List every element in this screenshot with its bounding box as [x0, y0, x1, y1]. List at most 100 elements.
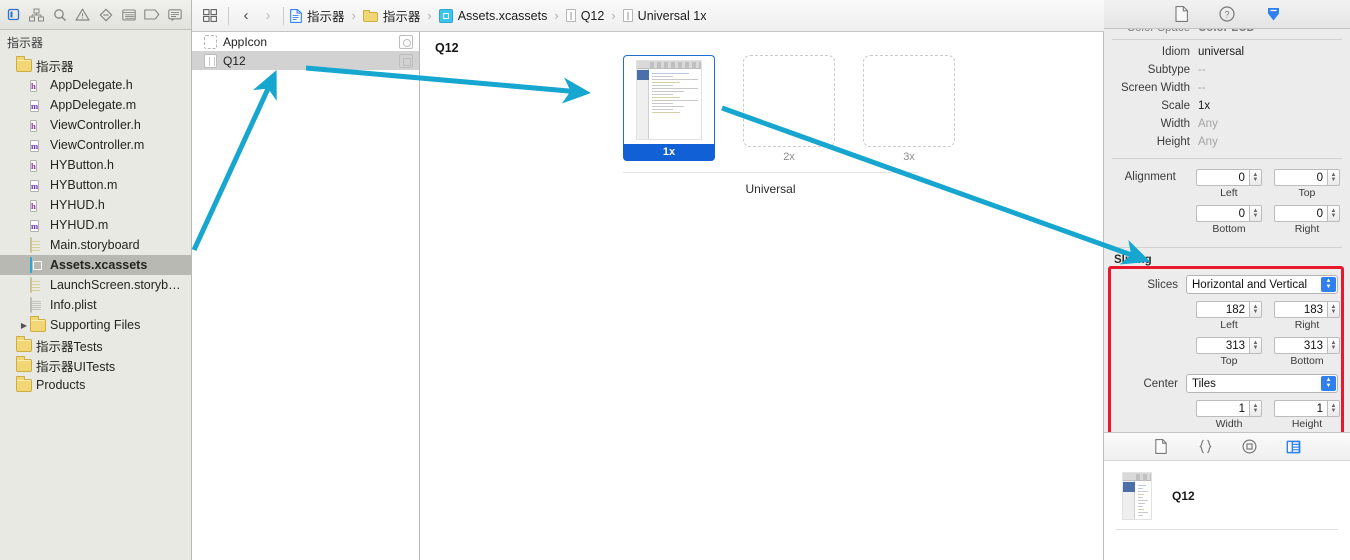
navigator-row-appdelegate-m[interactable]: m AppDelegate.m	[0, 95, 191, 115]
breadcrumb[interactable]: 指示器 › 指示器 › Assets.xcassets › Q12 › Universal 1x	[290, 6, 706, 25]
navigator-row-[interactable]: 指示器	[0, 55, 191, 75]
slice-top-stepper[interactable]: 313 ▲ ▼ Top	[1196, 337, 1262, 367]
object-library-icon[interactable]	[1239, 438, 1259, 456]
alignment-top-stepper-buttons[interactable]: ▲ ▼	[1327, 169, 1340, 186]
center-width-input[interactable]: 1	[1196, 400, 1249, 417]
center-height-stepper[interactable]: 1 ▲ ▼ Height	[1274, 400, 1340, 430]
disclosure-triangle-icon[interactable]: ▶	[18, 321, 30, 330]
navigator-row-hybutton-m[interactable]: m HYButton.m	[0, 175, 191, 195]
slice-top-stepper-buttons[interactable]: ▲ ▼	[1249, 337, 1262, 354]
slice-left-input[interactable]: 182	[1196, 301, 1249, 318]
image-slot-1x[interactable]: 1x	[623, 55, 715, 163]
center-height-input[interactable]: 1	[1274, 400, 1327, 417]
breadcrumb-segment-5[interactable]: Universal 1x	[622, 9, 706, 23]
alignment-top-stepper[interactable]: 0 ▲ ▼ Top	[1273, 169, 1340, 199]
chevron-right-icon[interactable]: ›	[257, 7, 279, 24]
center-width-stepper-buttons[interactable]: ▲ ▼	[1249, 400, 1262, 417]
attribute-value: universal	[1198, 46, 1245, 58]
slice-bottom-stepper-buttons[interactable]: ▲ ▼	[1327, 337, 1340, 354]
alignment-left-input[interactable]: 0	[1195, 169, 1249, 186]
image-slot-dropzone[interactable]	[743, 55, 835, 147]
asset-row-label: Q12	[223, 53, 246, 68]
library-item-row[interactable]: Q12	[1104, 461, 1350, 523]
breadcrumb-segment-label: 指示器	[307, 10, 345, 24]
slice-right-caption: Right	[1294, 319, 1320, 331]
slice-right-input[interactable]: 183	[1274, 301, 1327, 318]
editor-layout-icon[interactable]	[198, 9, 222, 22]
alignment-bottom-stepper-buttons[interactable]: ▲ ▼	[1249, 205, 1262, 222]
navigator-row-products[interactable]: Products	[0, 375, 191, 395]
chevron-left-icon[interactable]: ‹	[235, 7, 257, 24]
image-slot-3x[interactable]: 3x	[863, 55, 955, 163]
breadcrumb-segment-3[interactable]: Assets.xcassets	[438, 8, 547, 23]
attribute-label: Scale	[1161, 100, 1190, 112]
folder-icon	[16, 358, 32, 373]
alignment-left-stepper[interactable]: 0 ▲ ▼ Left	[1195, 169, 1262, 199]
image-slot-2x[interactable]: 2x	[743, 55, 835, 163]
svg-text:?: ?	[1224, 10, 1229, 20]
search-navigator-icon[interactable]	[48, 3, 71, 27]
slice-bottom-stepper[interactable]: 313 ▲ ▼ Bottom	[1274, 337, 1340, 367]
navigator-row-appdelegate-h[interactable]: h AppDelegate.h	[0, 75, 191, 95]
navigator-row-hyhud-m[interactable]: m HYHUD.m	[0, 215, 191, 235]
breadcrumb-segment-4[interactable]: Q12	[565, 9, 604, 23]
asset-row-appicon[interactable]: AppIcon	[192, 32, 419, 51]
image-slot-dropzone[interactable]	[863, 55, 955, 147]
media-library-icon[interactable]	[1283, 438, 1303, 456]
code-snippet-library-icon[interactable]	[1195, 438, 1215, 456]
navigator-row-hyhud-h[interactable]: h HYHUD.h	[0, 195, 191, 215]
navigator-row-main-storyboard[interactable]: Main.storyboard	[0, 235, 191, 255]
alignment-top-input[interactable]: 0	[1273, 169, 1327, 186]
navigator-row-viewcontroller-m[interactable]: m ViewController.m	[0, 135, 191, 155]
alignment-left-stepper-buttons[interactable]: ▲ ▼	[1248, 169, 1262, 186]
alignment-right-input[interactable]: 0	[1274, 205, 1327, 222]
navigator-row-hybutton-h[interactable]: h HYButton.h	[0, 155, 191, 175]
navigator-row-info-plist[interactable]: Info.plist	[0, 295, 191, 315]
file-template-library-icon[interactable]	[1151, 438, 1171, 456]
asset-catalog-list[interactable]: AppIcon Q12	[192, 0, 420, 560]
alignment-bottom-stepper[interactable]: 0 ▲ ▼ Bottom	[1196, 205, 1262, 235]
slices-popup-button[interactable]: Horizontal and Vertical ▲ ▼	[1186, 275, 1338, 294]
image-slot-dropzone[interactable]	[623, 55, 715, 144]
navigator-row-supporting-files[interactable]: ▶ Supporting Files	[0, 315, 191, 335]
slice-left-stepper[interactable]: 182 ▲ ▼ Left	[1196, 301, 1262, 331]
header-file-icon: h	[30, 159, 37, 172]
breakpoint-navigator-icon[interactable]	[140, 3, 163, 27]
project-file-tree[interactable]: 指示器 h AppDelegate.h m AppDelegate.m h ViewCont…	[0, 54, 191, 560]
jumpbar-divider-1	[228, 6, 229, 25]
navigator-row-tests[interactable]: 指示器Tests	[0, 335, 191, 355]
file-inspector-icon[interactable]	[1171, 4, 1191, 24]
color-space-value: Color LCD	[1198, 29, 1255, 34]
debug-navigator-icon[interactable]	[117, 3, 140, 27]
navigator-row-viewcontroller-h[interactable]: h ViewController.h	[0, 115, 191, 135]
alignment-bottom-input[interactable]: 0	[1196, 205, 1249, 222]
hierarchy-navigator-icon[interactable]	[25, 3, 48, 27]
report-navigator-icon[interactable]	[163, 3, 186, 27]
folder-navigator-icon[interactable]	[2, 3, 25, 27]
slice-right-stepper[interactable]: 183 ▲ ▼ Right	[1274, 301, 1340, 331]
center-popup-button[interactable]: Tiles ▲ ▼	[1186, 374, 1338, 393]
slice-bottom-input[interactable]: 313	[1274, 337, 1327, 354]
test-navigator-icon[interactable]	[94, 3, 117, 27]
navigator-row-uitests[interactable]: 指示器UITests	[0, 355, 191, 375]
issue-navigator-icon[interactable]	[71, 3, 94, 27]
navigator-row-label: HYHUD.h	[50, 198, 105, 212]
slice-right-stepper-buttons[interactable]: ▲ ▼	[1327, 301, 1340, 318]
attributes-inspector-icon[interactable]	[1263, 4, 1283, 24]
navigator-row-label: Supporting Files	[50, 318, 141, 332]
alignment-right-stepper[interactable]: 0 ▲ ▼ Right	[1274, 205, 1340, 235]
attribute-row-scale: Scale 1x	[1104, 97, 1350, 115]
slice-top-input[interactable]: 313	[1196, 337, 1249, 354]
breadcrumb-segment-1[interactable]: 指示器	[290, 6, 345, 25]
center-height-stepper-buttons[interactable]: ▲ ▼	[1327, 400, 1340, 417]
navigator-toolbar	[0, 0, 191, 30]
navigator-row-launchscreen-storyboard[interactable]: LaunchScreen.storyboard	[0, 275, 191, 295]
slice-left-stepper-buttons[interactable]: ▲ ▼	[1249, 301, 1262, 318]
quick-help-icon[interactable]: ?	[1217, 4, 1237, 24]
breadcrumb-segment-2[interactable]: 指示器	[362, 6, 420, 25]
center-width-stepper[interactable]: 1 ▲ ▼ Width	[1196, 400, 1262, 430]
navigator-row-assets-xcassets[interactable]: Assets.xcassets	[0, 255, 191, 275]
asset-row-q12[interactable]: Q12	[192, 51, 419, 70]
alignment-right-stepper-buttons[interactable]: ▲ ▼	[1327, 205, 1340, 222]
breadcrumb-separator: ›	[554, 8, 559, 23]
